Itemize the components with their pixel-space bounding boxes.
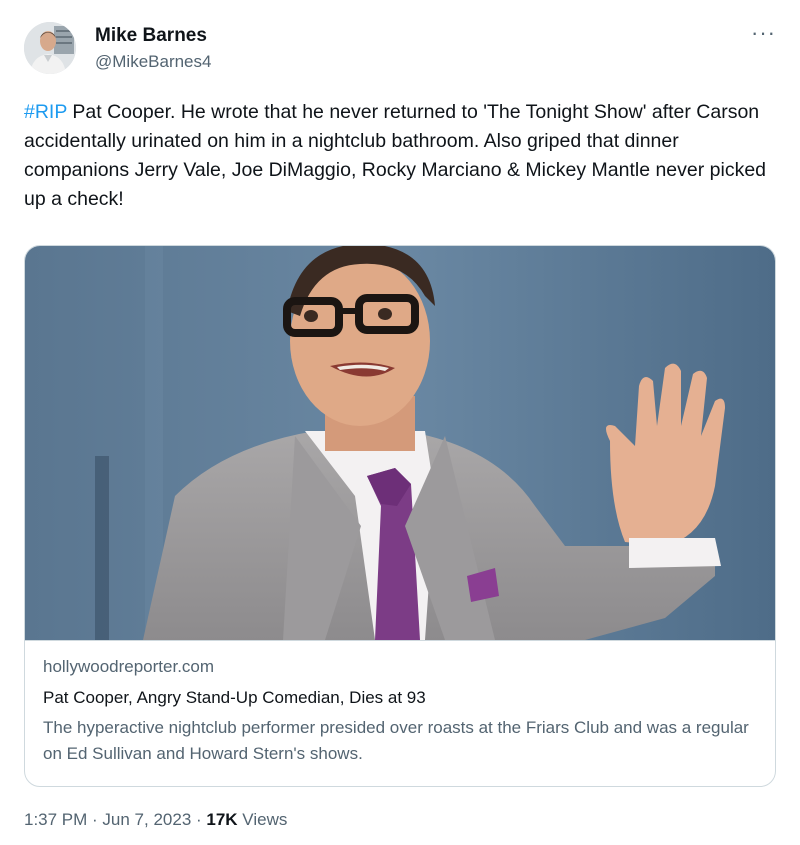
- tweet-footer: 1:37 PM · Jun 7, 2023 · 17K Views: [24, 810, 287, 830]
- author-block: Mike Barnes @MikeBarnes4: [95, 24, 211, 73]
- link-card[interactable]: hollywoodreporter.com Pat Cooper, Angry …: [24, 245, 776, 787]
- card-title[interactable]: Pat Cooper, Angry Stand-Up Comedian, Die…: [43, 688, 426, 708]
- card-description: The hyperactive nightclub performer pres…: [43, 718, 749, 763]
- tweet: Mike Barnes @MikeBarnes4 ··· #RIP Pat Co…: [0, 0, 800, 845]
- avatar-photo: [24, 22, 76, 74]
- tweet-body: Pat Cooper. He wrote that he never retur…: [24, 101, 767, 210]
- avatar[interactable]: [24, 22, 76, 74]
- card-domain: hollywoodreporter.com: [43, 657, 215, 676]
- more-options-icon[interactable]: ···: [751, 22, 776, 44]
- user-handle[interactable]: @MikeBarnes4: [95, 51, 211, 73]
- tweet-text: #RIP Pat Cooper. He wrote that he never …: [24, 98, 774, 214]
- views-count[interactable]: 17K: [206, 810, 237, 829]
- card-meta: hollywoodreporter.com Pat Cooper, Angry …: [25, 640, 775, 786]
- card-photo: [25, 246, 775, 640]
- hashtag-link[interactable]: #RIP: [24, 101, 67, 123]
- display-name[interactable]: Mike Barnes: [95, 24, 211, 48]
- timestamp[interactable]: 1:37 PM · Jun 7, 2023 ·: [24, 810, 206, 829]
- views-label: Views: [237, 810, 288, 829]
